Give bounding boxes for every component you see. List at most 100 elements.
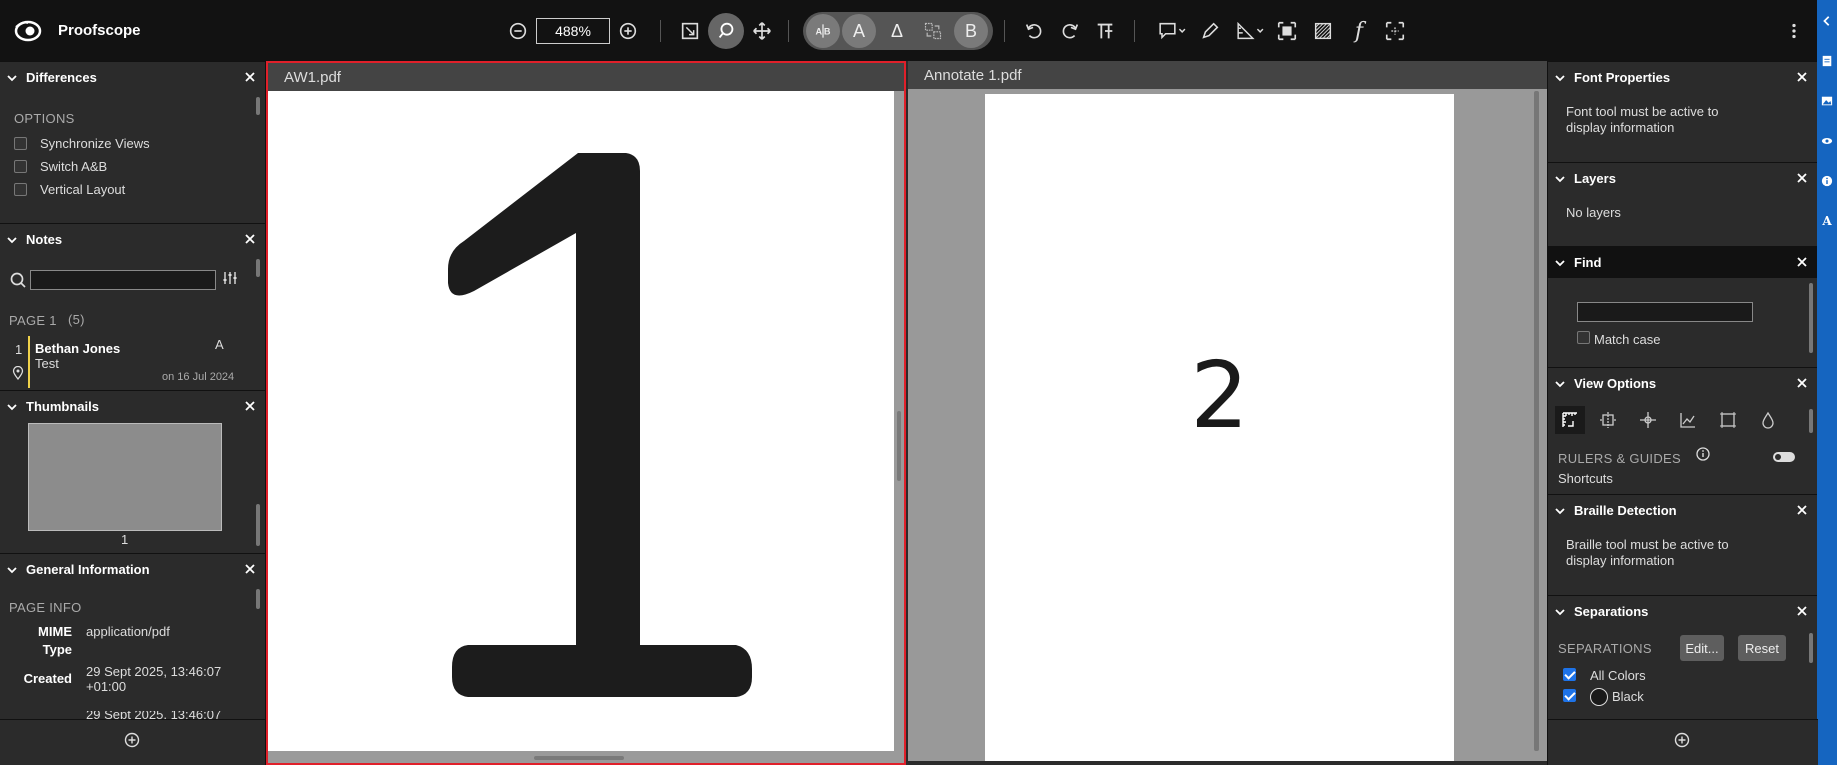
chart-line-icon[interactable] [1679,411,1697,429]
zoom-out-icon [509,22,527,40]
find-header[interactable]: Find [1548,246,1817,278]
thumbnails-title: Thumbnails [26,399,99,414]
comment-tool-button[interactable] [1156,14,1190,48]
document-a-page[interactable]: 1 [268,91,894,751]
guides-center-icon[interactable] [1599,411,1617,429]
measure-tool-button[interactable] [1234,14,1268,48]
notes-search-input[interactable] [30,270,216,290]
page-thumbnail[interactable] [28,423,222,531]
notes-scrollbar[interactable] [256,259,260,277]
rotate-left-button[interactable] [1022,14,1046,48]
crosshair-icon[interactable] [1639,411,1657,429]
general-info-header[interactable]: General Information [0,553,265,585]
document-a-viewer[interactable]: AW1.pdf 1 [266,61,906,765]
more-menu-button[interactable] [1786,14,1802,48]
thumbnails-scrollbar[interactable] [256,504,260,546]
document-a-title: AW1.pdf [268,63,904,91]
close-icon[interactable] [243,70,257,84]
close-icon[interactable] [1795,255,1809,269]
note-author[interactable]: Bethan Jones [35,341,120,356]
dimensions-button[interactable] [1275,14,1299,48]
document-b-viewer[interactable]: Annotate 1.pdf 2 [908,61,1547,765]
view-a-button[interactable]: A [842,14,876,48]
find-scrollbar[interactable] [1809,283,1813,353]
switch-ab-checkbox[interactable] [14,160,27,173]
add-panel-icon[interactable] [124,732,140,748]
zoom-level-input[interactable]: 488% [536,18,610,44]
font-tool-button[interactable]: f [1347,14,1371,48]
separations-header[interactable]: Separations [1548,595,1817,627]
add-panel-icon[interactable] [1674,732,1690,748]
chevron-down-icon [7,236,17,243]
font-properties-header[interactable]: Font Properties [1548,61,1817,93]
bleed-box-icon[interactable] [1719,411,1737,429]
info-icon[interactable] [1820,174,1834,188]
black-checkbox[interactable] [1563,689,1576,702]
rulers-option-button[interactable] [1555,406,1585,434]
reset-separations-button[interactable]: Reset [1738,635,1786,661]
close-icon[interactable] [243,399,257,413]
thumbnails-header[interactable]: Thumbnails [0,390,265,422]
close-icon[interactable] [1795,503,1809,517]
eye-icon[interactable] [1820,134,1834,148]
note-text[interactable]: Test [35,356,59,371]
densitometer-button[interactable] [1311,14,1335,48]
sync-views-checkbox[interactable] [14,137,27,150]
layers-header[interactable]: Layers [1548,162,1817,194]
all-colors-checkbox[interactable] [1563,668,1576,681]
close-icon[interactable] [1795,604,1809,618]
zoom-out-button[interactable] [506,14,530,48]
rulers-toggle[interactable] [1773,452,1795,462]
edit-separations-button[interactable]: Edit... [1680,635,1724,661]
close-icon[interactable] [243,232,257,246]
created-key: Created [23,671,72,686]
swap-ab-button[interactable] [916,14,950,48]
left-panel: Differences OPTIONS Synchronize Views Sw… [0,61,266,765]
close-icon[interactable] [243,562,257,576]
fit-page-button[interactable] [678,14,702,48]
ink-drop-icon[interactable] [1759,411,1777,429]
font-panel-icon[interactable]: A [1820,214,1834,228]
difference-delta-button[interactable]: Δ [880,14,914,48]
compare-ab-button[interactable]: AB [806,14,840,48]
chevron-down-icon [1555,507,1565,514]
shortcuts-link[interactable]: Shortcuts [1558,471,1613,486]
black-label: Black [1612,689,1644,704]
note-date: on 16 Jul 2024 [162,371,235,383]
info-icon[interactable] [1696,447,1710,461]
general-info-scrollbar[interactable] [256,589,260,609]
close-icon[interactable] [1795,70,1809,84]
rotate-right-icon [1062,24,1079,39]
match-case-checkbox[interactable] [1577,331,1590,344]
notes-header[interactable]: Notes [0,223,265,255]
separations-scrollbar[interactable] [1809,633,1813,663]
magnify-tool-button[interactable] [708,13,744,49]
pan-tool-button[interactable] [750,14,774,48]
document-a-vscrollbar[interactable] [897,411,901,481]
document-b-vscrollbar[interactable] [1534,91,1539,751]
switch-ab-label: Switch A&B [40,159,108,174]
close-icon[interactable] [1795,171,1809,185]
image-panel-icon[interactable] [1820,94,1834,108]
pen-tool-button[interactable] [1198,14,1222,48]
find-input[interactable] [1577,302,1753,322]
collapse-chevron-icon[interactable] [1820,14,1834,28]
text-flip-icon [1097,23,1113,39]
rotate-right-button[interactable] [1058,14,1082,48]
view-b-button[interactable]: B [954,14,988,48]
vertical-layout-checkbox[interactable] [14,183,27,196]
filter-sliders-icon[interactable] [222,270,238,286]
view-options-scrollbar[interactable] [1809,409,1813,433]
black-swatch [1590,688,1608,706]
differences-header[interactable]: Differences [0,61,265,93]
differences-scrollbar[interactable] [256,97,260,115]
close-icon[interactable] [1795,376,1809,390]
barcode-scan-button[interactable] [1383,14,1407,48]
document-a-hscrollbar[interactable] [534,756,624,760]
braille-header[interactable]: Braille Detection [1548,494,1817,526]
view-options-header[interactable]: View Options [1548,367,1817,399]
document-b-page[interactable]: 2 [985,94,1454,761]
notes-panel-icon[interactable] [1820,54,1834,68]
text-flip-button[interactable] [1093,14,1117,48]
zoom-in-button[interactable] [616,14,640,48]
